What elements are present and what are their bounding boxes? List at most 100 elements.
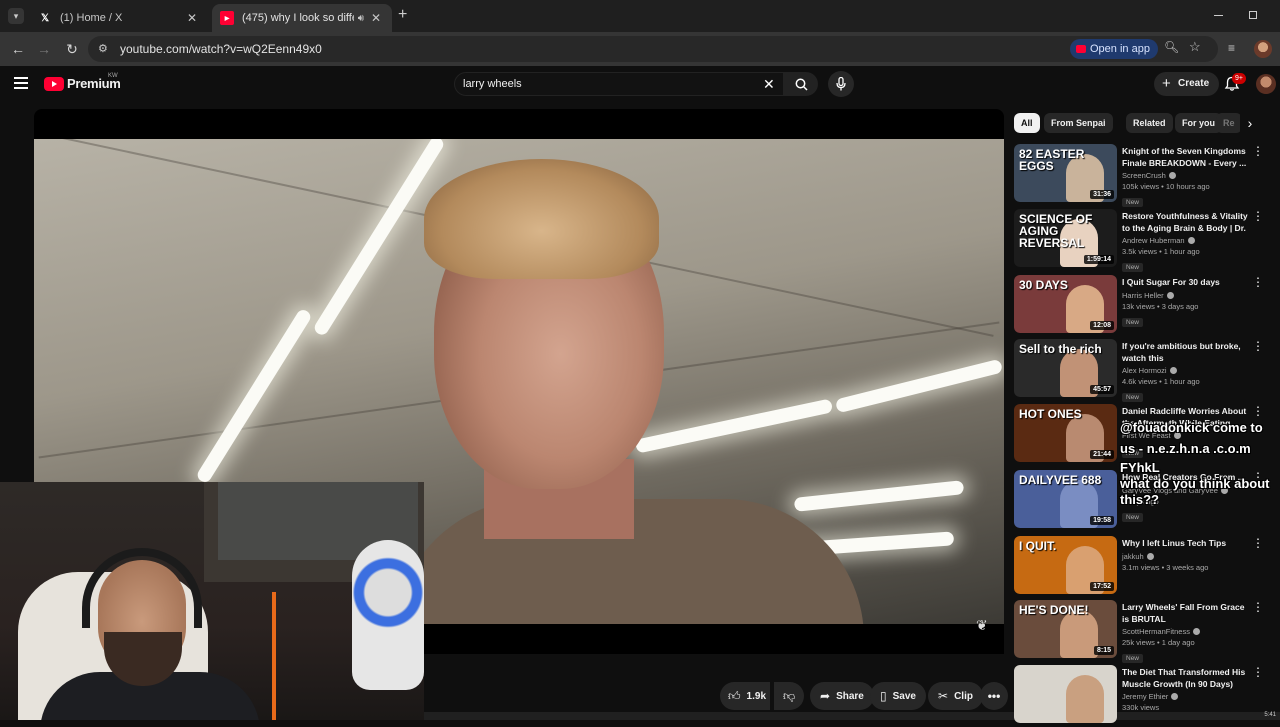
more-vertical-icon[interactable]: ⋮	[1252, 340, 1264, 353]
sidebar-video-item[interactable]: Sell to the rich 45:57 If you're ambitious…	[1014, 339, 1280, 402]
share-button[interactable]: ➦ Share	[810, 682, 874, 710]
search-input[interactable]: larry wheels ✕	[454, 72, 784, 96]
reload-icon[interactable]: ↻	[62, 39, 82, 59]
speaker-icon[interactable]: 🔊︎	[358, 13, 364, 24]
account-avatar[interactable]	[1256, 74, 1276, 94]
create-button[interactable]: + Create	[1154, 72, 1220, 96]
recommendation-filter-chips: All From Senpai Related For you Re ›	[1012, 113, 1280, 135]
chip-partial[interactable]: Re	[1216, 113, 1242, 133]
video-stats: 25k views • 1 day ago	[1122, 638, 1195, 647]
close-tab-icon[interactable]: ✕	[184, 11, 200, 25]
chevron-right-icon[interactable]: ›	[1240, 113, 1260, 133]
channel-name[interactable]: ScottHermanFitness	[1122, 627, 1250, 636]
hamburger-menu-icon[interactable]	[14, 77, 28, 89]
video-thumbnail[interactable]: 30 DAYS 12:08	[1014, 275, 1117, 333]
sidebar-video-item[interactable]: HE'S DONE! 8:15 Larry Wheels' Fall From Gr…	[1014, 600, 1280, 663]
video-title[interactable]: If you're ambitious but broke, watch thi…	[1122, 341, 1250, 364]
sidebar-video-item[interactable]: I QUIT. 17:52 Why I left Linus Tech Tips ja…	[1014, 536, 1280, 598]
zoom-icon[interactable]: 🔍︎	[1164, 40, 1179, 54]
video-duration: 17:52	[1090, 582, 1114, 591]
search-query[interactable]: larry wheels	[463, 78, 522, 90]
video-thumbnail[interactable]: DAILYVEE 688 19:58	[1014, 470, 1117, 528]
channel-name[interactable]: Jeremy Ethier	[1122, 692, 1250, 701]
more-vertical-icon[interactable]: ⋮	[1252, 601, 1264, 614]
video-title[interactable]: Why I left Linus Tech Tips	[1122, 538, 1250, 550]
more-vertical-icon[interactable]: ⋮	[1252, 145, 1264, 158]
clear-search-icon[interactable]: ✕	[763, 76, 775, 93]
voice-search-button[interactable]	[828, 71, 854, 97]
address-bar[interactable]: ⚙︎ youtube.com/watch?v=wQ2Eenn49x0 Open …	[88, 36, 1218, 62]
open-in-app-button[interactable]: Open in app	[1070, 39, 1158, 59]
sidebar-video-item[interactable]: 30 DAYS 12:08 I Quit Sugar For 30 days Harr…	[1014, 275, 1280, 337]
chip-from-senpai[interactable]: From Senpai	[1044, 113, 1113, 133]
url-text[interactable]: youtube.com/watch?v=wQ2Eenn49x0	[120, 42, 322, 56]
video-thumbnail[interactable]: 82 EASTER EGGS 31:36	[1014, 144, 1117, 202]
microphone-icon	[836, 77, 846, 91]
forward-arrow-icon[interactable]: →	[34, 39, 54, 59]
channel-watermark-icon[interactable]: ❦	[976, 617, 988, 634]
channel-name[interactable]: Harris Heller	[1122, 291, 1250, 300]
video-stats: 4.6k views • 1 hour ago	[1122, 377, 1200, 386]
channel-name[interactable]: Alex Hormozi	[1122, 366, 1250, 375]
video-thumbnail[interactable]: HE'S DONE! 8:15	[1014, 600, 1117, 658]
channel-label: ScreenCrush	[1122, 171, 1166, 180]
video-title[interactable]: I Quit Sugar For 30 days	[1122, 277, 1250, 289]
dislike-button[interactable]: 👎︎	[774, 682, 804, 710]
chip-related[interactable]: Related	[1126, 113, 1173, 133]
media-controls-icon[interactable]: ≡	[1228, 41, 1235, 55]
video-stats: 3.5k views • 1 hour ago	[1122, 247, 1200, 256]
video-thumbnail[interactable]: I QUIT. 17:52	[1014, 536, 1117, 594]
more-vertical-icon[interactable]: ⋮	[1252, 405, 1264, 418]
sidebar-video-item[interactable]: 82 EASTER EGGS 31:36 Knight of the Seven K…	[1014, 144, 1280, 207]
chip-for-you[interactable]: For you	[1175, 113, 1222, 133]
x-logo-icon: 𝕏	[40, 12, 50, 24]
new-badge: New	[1122, 654, 1144, 663]
headphones	[82, 548, 202, 628]
webcam-overlay	[0, 482, 424, 720]
video-title[interactable]: Restore Youthfulness & Vitality to the A…	[1122, 211, 1250, 234]
chat-line: this??	[1120, 492, 1159, 507]
thumbnail-text: HOT ONES	[1019, 407, 1082, 421]
channel-name[interactable]: Andrew Huberman	[1122, 236, 1250, 245]
save-button[interactable]: ▯ Save	[870, 682, 926, 710]
video-title[interactable]: Knight of the Seven Kingdoms Finale BREA…	[1122, 146, 1250, 169]
restore-icon[interactable]	[1249, 11, 1257, 19]
tab-home-x[interactable]: 𝕏 (1) Home / X ✕	[30, 4, 208, 32]
channel-name[interactable]: jakkuh	[1122, 552, 1250, 561]
like-button[interactable]: 👍︎ 1.9k	[720, 682, 770, 710]
thumbnail-text: 82 EASTER EGGS	[1019, 147, 1085, 173]
save-label: Save	[892, 690, 916, 702]
channel-name[interactable]: ScreenCrush	[1122, 171, 1250, 180]
chip-all[interactable]: All	[1014, 113, 1040, 133]
more-vertical-icon[interactable]: ⋮	[1252, 666, 1264, 679]
video-thumbnail[interactable]: Sell to the rich 45:57	[1014, 339, 1117, 397]
channel-label: Andrew Huberman	[1122, 236, 1185, 245]
more-vertical-icon[interactable]: ⋮	[1252, 276, 1264, 289]
search-button[interactable]	[784, 72, 818, 96]
video-stats: 13k views • 3 days ago	[1122, 301, 1199, 311]
video-title[interactable]: Larry Wheels' Fall From Grace is BRUTAL	[1122, 602, 1250, 625]
sidebar-video-item[interactable]: The Diet That Transformed His Muscle Gro…	[1014, 665, 1280, 727]
video-thumbnail[interactable]	[1014, 665, 1117, 723]
close-tab-icon[interactable]: ✕	[368, 11, 384, 25]
tab-youtube-video[interactable]: ▶ (475) why I look so differen 🔊︎ ✕	[212, 4, 392, 32]
more-actions-button[interactable]: •••	[980, 682, 1008, 710]
tab-list-chevron-icon[interactable]: ▾	[8, 8, 24, 24]
more-vertical-icon[interactable]: ⋮	[1252, 537, 1264, 550]
sidebar-video-item[interactable]: SCIENCE OF AGING REVERSAL 1:59:14 Restore …	[1014, 209, 1280, 272]
new-badge: New	[1122, 317, 1144, 327]
back-arrow-icon[interactable]: ←	[8, 39, 28, 59]
verified-icon	[1166, 291, 1174, 299]
video-title[interactable]: The Diet That Transformed His Muscle Gro…	[1122, 667, 1250, 690]
video-thumbnail[interactable]: HOT ONES 21:44	[1014, 404, 1117, 462]
site-info-icon[interactable]: ⚙︎	[98, 42, 108, 55]
profile-avatar[interactable]	[1254, 40, 1272, 58]
bookmark-star-icon[interactable]: ☆	[1189, 39, 1201, 55]
more-vertical-icon[interactable]: ⋮	[1252, 210, 1264, 223]
minimize-icon[interactable]	[1214, 15, 1223, 16]
new-tab-button[interactable]: +	[398, 6, 407, 24]
youtube-premium-logo[interactable]: Premium KW	[44, 73, 121, 91]
video-thumbnail[interactable]: SCIENCE OF AGING REVERSAL 1:59:14	[1014, 209, 1117, 267]
video-meta: Why I left Linus Tech Tips jakkuh 3.1m vie…	[1122, 538, 1250, 572]
clip-button[interactable]: ✂ Clip	[928, 682, 983, 710]
